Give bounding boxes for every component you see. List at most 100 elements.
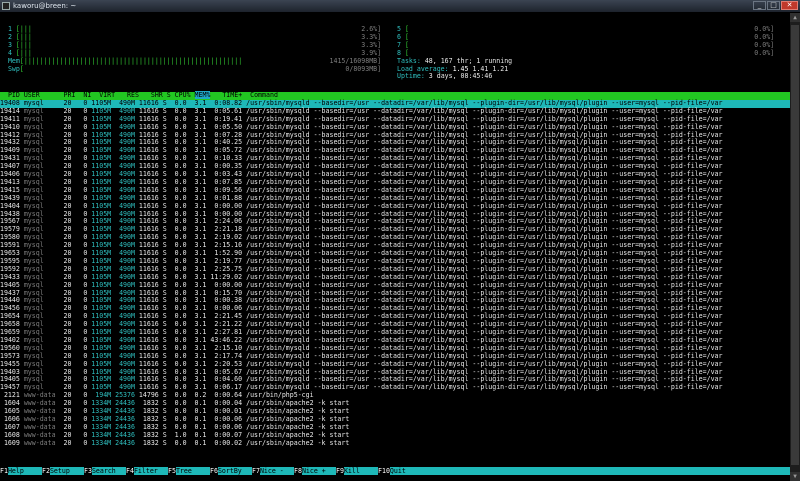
swap-meter: Swp[0/8093MB] <box>0 64 381 74</box>
command-cell: /usr/sbin/mysqld --basedir=/usr --datadi… <box>246 320 723 329</box>
command-cell: /usr/sbin/mysqld --basedir=/usr --datadi… <box>246 162 723 171</box>
tasks-label: Tasks: <box>397 56 421 65</box>
mem-meter: Mem[||||||||||||||||||||||||||||||||||||… <box>0 56 381 66</box>
function-key-label: Filter <box>133 467 158 475</box>
command-cell: /usr/sbin/mysqld --basedir=/usr --datadi… <box>246 367 723 376</box>
command-cell: /usr/sbin/apache2 -k start <box>246 414 350 423</box>
function-key-search[interactable]: F3Search <box>84 467 116 475</box>
maximize-button[interactable]: □ <box>767 1 780 10</box>
scroll-up-arrow-icon[interactable]: ▲ <box>790 13 800 22</box>
cpu-bar: [ <box>404 40 409 49</box>
command-cell: /usr/sbin/apache2 -k start <box>246 407 350 415</box>
command-cell: /usr/sbin/mysqld --basedir=/usr --datadi… <box>246 177 723 186</box>
virt-cell: 1334M <box>91 438 112 447</box>
cpu-bar: [||| <box>15 25 32 33</box>
pid-cell: 1609 <box>3 438 20 447</box>
cpu-percent: 0.0%] <box>754 48 775 57</box>
function-key-filter[interactable]: F4Filter <box>126 467 158 475</box>
command-cell: /usr/sbin/mysqld --basedir=/usr --datadi… <box>246 343 723 352</box>
time-cell: 0:00.02 <box>214 438 243 447</box>
command-cell: /usr/sbin/mysqld --basedir=/usr --datadi… <box>246 233 723 242</box>
header-columns: PID USER PRI NI VIRT RES SHR S CPU% <box>0 91 195 99</box>
command-cell: /usr/sbin/mysqld --basedir=/usr --datadi… <box>246 154 723 163</box>
priority-cell: 20 <box>63 438 72 447</box>
function-key-number: F5 <box>168 467 176 475</box>
function-key-label: Nice - <box>259 467 284 475</box>
load-label: Load average: <box>397 64 449 73</box>
function-key-tree[interactable]: F5Tree <box>168 467 192 475</box>
command-cell: /usr/sbin/mysqld --basedir=/usr --datadi… <box>246 170 723 178</box>
function-key-nice[interactable]: F7Nice - <box>252 467 284 475</box>
htop-screen[interactable]: 1 [||| 2.6%] 5 [0.0%] 2 [||| 3.3%] 6 [0.0%] … <box>0 13 790 481</box>
function-key-bar: F1Help F2Setup F3Search F4Filter F5Tree F6Sor… <box>0 467 790 475</box>
command-cell: /usr/sbin/mysqld --basedir=/usr --datadi… <box>246 351 723 360</box>
cpu-bar: [ <box>404 25 409 33</box>
minimize-button[interactable]: _ <box>753 1 766 10</box>
function-key-number: F1 <box>0 467 8 475</box>
uptime: Uptime: 3 days, 08:45:46 <box>397 72 493 81</box>
command-cell: /usr/sbin/mysqld --basedir=/usr --datadi… <box>246 114 723 123</box>
process-row[interactable]: 1609 www-data 20 0 1334M 24436 1832 S 0.0 0.1 0:… <box>0 438 790 448</box>
function-key-nice[interactable]: F8Nice + <box>294 467 326 475</box>
function-key-number: F2 <box>42 467 50 475</box>
command-cell: /usr/sbin/mysqld --basedir=/usr --datadi… <box>246 249 723 257</box>
res-cell: 24436 <box>115 438 135 447</box>
vertical-scrollbar[interactable]: ▲ ▼ <box>790 13 800 481</box>
function-key-sortby[interactable]: F6SortBy <box>210 467 242 475</box>
tasks-value: 48, 167 thr; 1 running <box>424 56 513 65</box>
function-key-number: F7 <box>252 467 260 475</box>
sort-column-mem[interactable]: MEM% <box>194 91 211 99</box>
command-cell: /usr/bin/php5-cgi <box>246 391 314 400</box>
command-cell: /usr/sbin/apache2 -k start <box>246 438 350 447</box>
command-cell: /usr/sbin/mysqld --basedir=/usr --datadi… <box>246 225 723 234</box>
command-cell: /usr/sbin/mysqld --basedir=/usr --datadi… <box>246 375 723 384</box>
function-key-label: SortBy <box>217 467 242 475</box>
swap-bar: [ <box>19 64 24 73</box>
command-cell: /usr/sbin/mysqld --basedir=/usr --datadi… <box>246 130 723 139</box>
command-cell: /usr/sbin/apache2 -k start <box>246 422 350 431</box>
mem-label: Mem <box>7 56 20 65</box>
function-key-number: F10 <box>378 467 390 475</box>
command-cell: /usr/sbin/apache2 -k start <box>246 430 350 439</box>
function-key-number: F8 <box>294 467 302 475</box>
command-cell: /usr/sbin/mysqld --basedir=/usr --datadi… <box>246 312 723 321</box>
function-key-label: Help <box>7 467 24 475</box>
scroll-down-arrow-icon[interactable]: ▼ <box>790 472 800 481</box>
uptime-value: 3 days, 08:45:46 <box>428 72 493 81</box>
function-key-setup[interactable]: F2Setup <box>42 467 70 475</box>
command-cell: /usr/sbin/mysqld --basedir=/usr --datadi… <box>246 328 723 336</box>
function-key-help[interactable]: F1Help <box>0 467 24 475</box>
command-cell: /usr/sbin/mysqld --basedir=/usr --datadi… <box>246 383 723 392</box>
function-key-label: Nice + <box>301 467 326 475</box>
cpu-bar: [||| <box>15 40 32 49</box>
command-cell: /usr/sbin/mysqld --basedir=/usr --datadi… <box>246 201 723 210</box>
load-rest: 1.41 1.21 <box>472 64 509 73</box>
command-cell: /usr/sbin/mysqld --basedir=/usr --datadi… <box>246 272 723 281</box>
scrollbar-thumb[interactable] <box>791 25 799 465</box>
command-cell: /usr/sbin/mysqld --basedir=/usr --datadi… <box>246 146 723 155</box>
uptime-label: Uptime: <box>397 72 425 81</box>
command-cell: /usr/sbin/mysqld --basedir=/usr --datadi… <box>246 209 723 218</box>
window-title: kaworu@breen: ~ <box>13 2 77 10</box>
close-button[interactable]: ✕ <box>781 1 798 10</box>
command-cell: /usr/sbin/mysqld --basedir=/usr --datadi… <box>246 98 723 107</box>
function-key-label: Tree <box>175 467 192 475</box>
cpu-cell: 0.0 <box>174 438 187 447</box>
command-cell: /usr/sbin/mysqld --basedir=/usr --datadi… <box>246 185 723 194</box>
command-cell: /usr/sbin/mysqld --basedir=/usr --datadi… <box>246 296 723 305</box>
function-key-label: Kill <box>343 467 360 475</box>
swap-label: Swp <box>7 64 20 73</box>
user-cell: www-data <box>23 438 56 447</box>
command-cell: /usr/sbin/mysqld --basedir=/usr --datadi… <box>246 193 723 202</box>
function-key-quit[interactable]: F10Quit <box>378 467 406 475</box>
mem-bar: [|||||||||||||||||||||||||||||||||||||||… <box>19 56 243 65</box>
function-key-kill[interactable]: F9Kill <box>336 467 360 475</box>
command-cell: /usr/sbin/mysqld --basedir=/usr --datadi… <box>246 304 723 313</box>
title-bar[interactable]: kaworu@breen: ~ _ □ ✕ <box>0 0 800 12</box>
command-cell: /usr/sbin/mysqld --basedir=/usr --datadi… <box>246 264 723 273</box>
function-key-number: F9 <box>336 467 344 475</box>
cpu-bar: [||| <box>15 48 32 57</box>
function-key-number: F6 <box>210 467 218 475</box>
shr-cell: 1832 <box>142 438 159 447</box>
terminal-window: kaworu@breen: ~ _ □ ✕ 1 [||| 2.6%] 5 [0.0%… <box>0 0 800 481</box>
